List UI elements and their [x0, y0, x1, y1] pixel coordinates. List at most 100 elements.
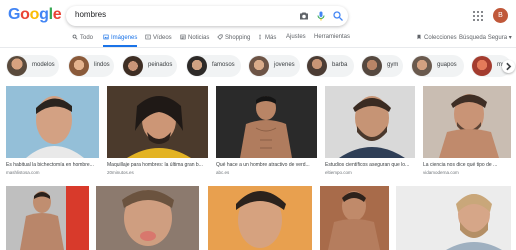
- chip-gym[interactable]: gym: [361, 55, 403, 77]
- chip-modelos[interactable]: modelos: [6, 55, 59, 77]
- logo-letter: G: [8, 6, 21, 23]
- image-result[interactable]: [96, 186, 199, 250]
- safesearch-toggle[interactable]: Búsqueda Segura ▾: [459, 34, 512, 41]
- result-thumbnail: [423, 86, 511, 158]
- chip-thumbnail: [362, 56, 382, 76]
- chip-label: barba: [332, 62, 348, 68]
- chip-label: gym: [387, 62, 399, 68]
- tab-ajustes[interactable]: Ajustes: [286, 34, 306, 40]
- image-result[interactable]: Qué hace a un hombre atractivo de verd..…: [216, 86, 317, 181]
- tab-label: Ajustes: [286, 34, 306, 40]
- apps-grid-icon[interactable]: [473, 11, 483, 21]
- result-source[interactable]: mashlistosa.com: [6, 170, 99, 175]
- chip-thumbnail: [412, 56, 432, 76]
- chip-thumbnail: [472, 56, 492, 76]
- search-icon[interactable]: [332, 10, 344, 22]
- result-thumbnail: [6, 86, 99, 158]
- collections-link[interactable]: Colecciones: [416, 34, 457, 41]
- tab-herramientas[interactable]: Herramientas: [314, 34, 350, 40]
- image-result[interactable]: [6, 186, 89, 250]
- chip-thumbnail: [249, 56, 269, 76]
- tab-shopping[interactable]: Shopping: [217, 34, 250, 41]
- search-tabs: Todo Imágenes Vídeos Noticias Shopping M…: [0, 30, 516, 48]
- microphone-icon[interactable]: [315, 10, 327, 22]
- chip-lindos[interactable]: lindos: [68, 55, 114, 77]
- camera-icon[interactable]: [298, 10, 310, 22]
- chip-thumbnail: [307, 56, 327, 76]
- safesearch-label: Búsqueda Segura ▾: [459, 35, 512, 41]
- chip-famosos[interactable]: famosos: [186, 55, 241, 77]
- bookmark-icon: [417, 34, 421, 40]
- tab-label: Herramientas: [314, 34, 351, 40]
- tab-videos[interactable]: Vídeos: [145, 34, 172, 41]
- tab-label: Shopping: [225, 35, 251, 41]
- result-caption: Estudios científicos aseguran que lo...: [325, 162, 410, 168]
- result-source[interactable]: vidamoderna.com: [423, 170, 511, 175]
- result-caption: Maquillaje para hombres: la última gran …: [107, 162, 203, 168]
- tab-label: Noticias: [188, 35, 210, 41]
- image-result[interactable]: Estudios científicos aseguran que lo... …: [325, 86, 415, 181]
- google-logo[interactable]: Google: [8, 6, 62, 24]
- collections-label: Colecciones: [424, 35, 457, 41]
- image-result[interactable]: Maquillaje para hombres: la última gran …: [107, 86, 208, 181]
- chips-next-button[interactable]: [502, 60, 515, 73]
- image-result[interactable]: Es habitual la bichectomía en hombre... …: [6, 86, 99, 181]
- chip-peinados[interactable]: peinados: [122, 55, 177, 77]
- tab-label: Imágenes: [111, 35, 138, 41]
- tab-label: Vídeos: [153, 35, 172, 41]
- chip-guapos[interactable]: guapos: [411, 55, 464, 77]
- tab-todo[interactable]: Todo: [72, 34, 93, 41]
- result-thumbnail: [320, 186, 389, 250]
- chip-thumbnail: [187, 56, 207, 76]
- related-chips: modelos lindos peinados famosos jovenes …: [0, 50, 516, 82]
- tab-mas[interactable]: Más: [257, 34, 276, 41]
- result-thumbnail: [6, 186, 89, 250]
- result-source[interactable]: 20minutos.es: [107, 170, 208, 175]
- result-source[interactable]: abc.es: [216, 170, 317, 175]
- result-thumbnail: [208, 186, 312, 250]
- tab-imagenes[interactable]: Imágenes: [103, 34, 138, 47]
- chip-thumbnail: [69, 56, 89, 76]
- image-icon: [103, 34, 109, 40]
- search-input[interactable]: hombres: [75, 10, 106, 19]
- chip-jovenes[interactable]: jovenes: [248, 55, 300, 77]
- tag-icon: [217, 34, 223, 40]
- result-thumbnail: [96, 186, 199, 250]
- result-thumbnail: [216, 86, 317, 158]
- chip-label: peinados: [148, 62, 173, 68]
- news-icon: [180, 34, 186, 40]
- result-thumbnail: [396, 186, 511, 250]
- logo-letter: o: [20, 6, 30, 23]
- image-result[interactable]: [208, 186, 312, 250]
- chip-thumbnail: [123, 56, 143, 76]
- image-result[interactable]: [320, 186, 389, 250]
- result-thumbnail: [325, 86, 415, 158]
- more-icon: [259, 34, 261, 40]
- result-caption: La ciencia nos dice qué tipo de ...: [423, 162, 498, 168]
- image-result[interactable]: La ciencia nos dice qué tipo de ... vida…: [423, 86, 511, 181]
- chevron-right-icon: [506, 62, 512, 71]
- chip-label: lindos: [94, 62, 110, 68]
- chip-thumbnail: [7, 56, 27, 76]
- chip-label: guapos: [437, 62, 457, 68]
- chip-label: modelos: [32, 62, 55, 68]
- chip-label: famosos: [212, 62, 235, 68]
- tab-label: Todo: [80, 35, 94, 41]
- logo-letter: o: [29, 6, 40, 23]
- chip-barba[interactable]: barba: [306, 55, 354, 77]
- image-result[interactable]: [396, 186, 511, 250]
- account-avatar[interactable]: B: [493, 8, 508, 23]
- search-icon: [72, 34, 78, 40]
- header: Google hombres B: [0, 0, 516, 30]
- result-caption: Es habitual la bichectomía en hombre...: [6, 162, 94, 168]
- tab-noticias[interactable]: Noticias: [180, 34, 209, 41]
- logo-letter: e: [52, 6, 62, 23]
- result-source[interactable]: eltiempo.com: [325, 170, 415, 175]
- search-box[interactable]: hombres: [66, 6, 348, 26]
- tab-label: Más: [265, 35, 277, 41]
- result-thumbnail: [107, 86, 208, 158]
- result-caption: Qué hace a un hombre atractivo de verd..…: [216, 162, 310, 168]
- logo-letter: g: [39, 6, 49, 23]
- video-icon: [145, 34, 151, 40]
- chip-label: jovenes: [274, 62, 295, 68]
